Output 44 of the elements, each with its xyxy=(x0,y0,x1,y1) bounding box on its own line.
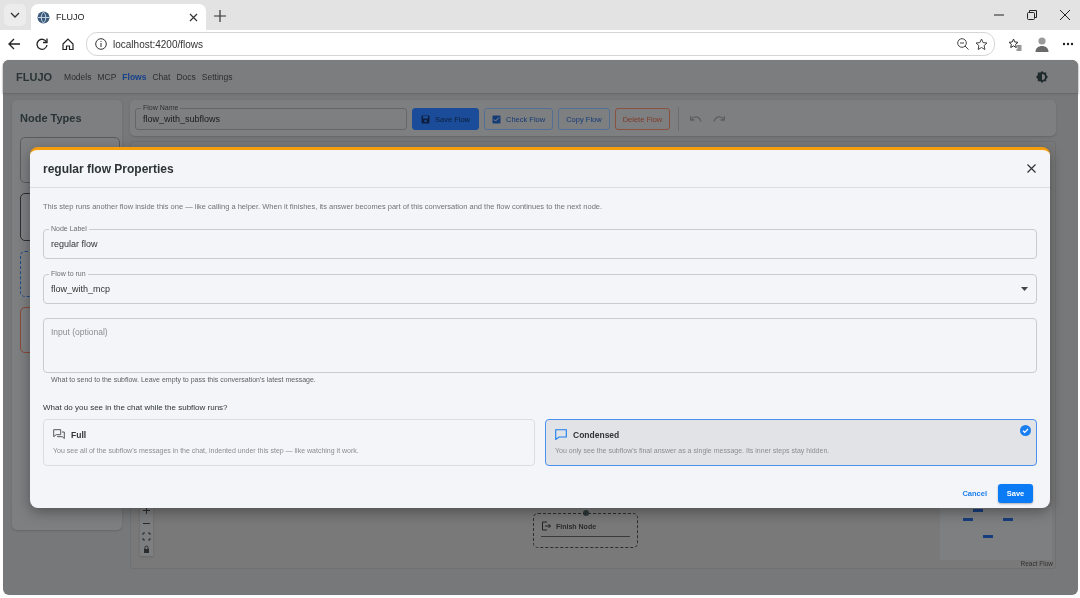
favorites-icon[interactable] xyxy=(1008,37,1022,51)
connection-handle[interactable] xyxy=(583,510,589,516)
chat-bubbles-icon xyxy=(53,429,65,440)
option-title: Condensed xyxy=(573,429,620,440)
new-tab-icon[interactable] xyxy=(214,10,226,22)
star-icon[interactable] xyxy=(975,37,988,51)
home-icon[interactable] xyxy=(62,38,74,50)
back-icon[interactable] xyxy=(8,38,21,50)
option-title: Full xyxy=(71,429,87,440)
zoom-out-icon[interactable] xyxy=(957,38,969,50)
question-text: What do you see in the chat while the subflow runs? xyxy=(43,403,229,413)
more-icon[interactable] xyxy=(1062,42,1074,46)
chevron-down-icon xyxy=(10,12,20,18)
nav-link[interactable]: Settings xyxy=(201,71,233,82)
save-icon xyxy=(421,114,430,124)
input-field[interactable]: Input (optional) xyxy=(43,318,1037,373)
tab-list-button[interactable] xyxy=(4,4,26,26)
nav-link[interactable]: Chat xyxy=(152,71,171,82)
nav-link[interactable]: Flows xyxy=(122,71,147,82)
panel-title: Node Types xyxy=(20,112,83,124)
info-icon xyxy=(95,38,107,50)
close-icon[interactable] xyxy=(1027,164,1036,173)
profile-avatar[interactable] xyxy=(1035,36,1049,52)
address-field[interactable]: localhost:4200/flows xyxy=(86,32,995,56)
lock-icon[interactable] xyxy=(140,543,153,556)
chat-bubble-icon xyxy=(555,429,567,440)
checklist-icon xyxy=(492,114,501,124)
dialog-title: regular flow Properties xyxy=(43,161,174,176)
theme-toggle-icon[interactable] xyxy=(1036,70,1048,83)
nav-link[interactable]: Models xyxy=(64,71,92,82)
tab-title: FLUJO xyxy=(56,12,86,22)
restore-icon[interactable] xyxy=(1027,10,1037,20)
close-icon[interactable] xyxy=(189,12,198,22)
close-icon[interactable] xyxy=(1060,10,1070,20)
exit-icon xyxy=(541,521,551,531)
nav-link[interactable]: Docs xyxy=(176,71,196,82)
brand-logo: FLUJO xyxy=(16,70,53,83)
nav-link[interactable]: MCP xyxy=(97,71,117,82)
check-circle-icon xyxy=(1020,425,1031,436)
globe-icon xyxy=(37,10,50,24)
dropdown-caret-icon xyxy=(1021,287,1028,291)
zoom-out-icon[interactable] xyxy=(140,517,153,530)
reload-icon[interactable] xyxy=(36,38,48,50)
browser-tab[interactable]: FLUJO xyxy=(31,4,206,30)
